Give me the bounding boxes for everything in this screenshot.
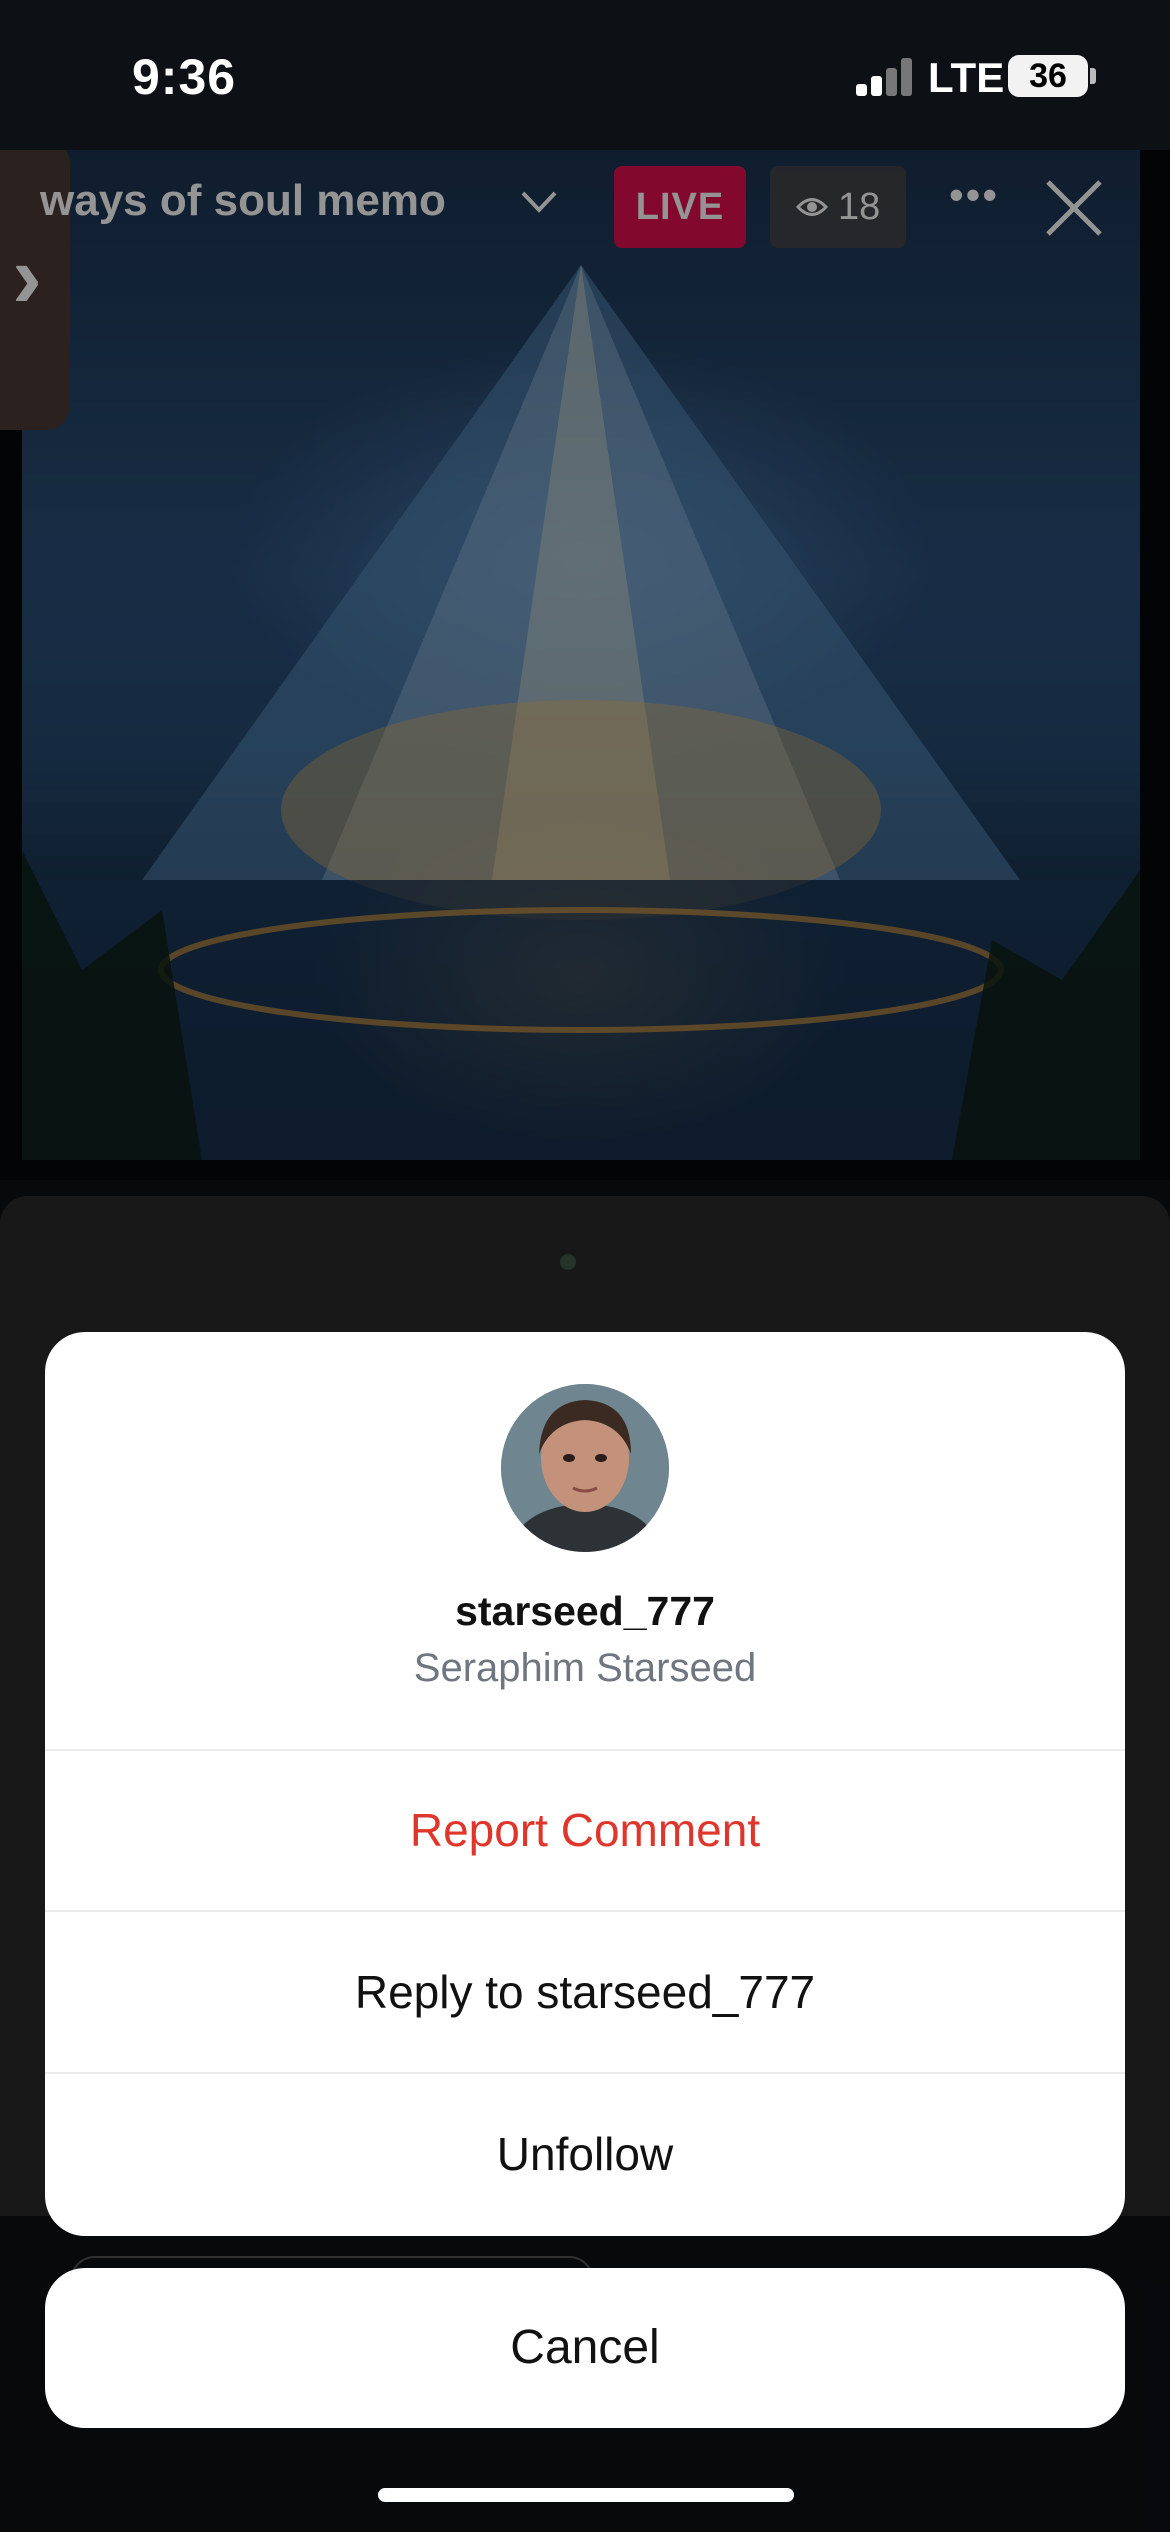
full-name: Seraphim Starseed [413,1646,757,1690]
network-label: LTE [928,54,1005,101]
username: starseed_777 [455,1588,715,1634]
unfollow-button[interactable]: Unfollow [45,2074,1125,2234]
avatar [501,1384,669,1552]
reply-button[interactable]: Reply to starseed_777 [45,1912,1125,2072]
cancel-button[interactable]: Cancel [45,2268,1125,2428]
status-time: 9:36 [132,49,237,105]
battery-cap [1090,68,1096,84]
home-indicator[interactable] [378,2488,794,2502]
battery-icon: 36 [1008,55,1088,97]
report-comment-button[interactable]: Report Comment [45,1750,1125,1910]
signal-icon [856,58,914,96]
action-sheet: starseed_777 Seraphim Starseed Report Co… [45,1332,1125,2236]
